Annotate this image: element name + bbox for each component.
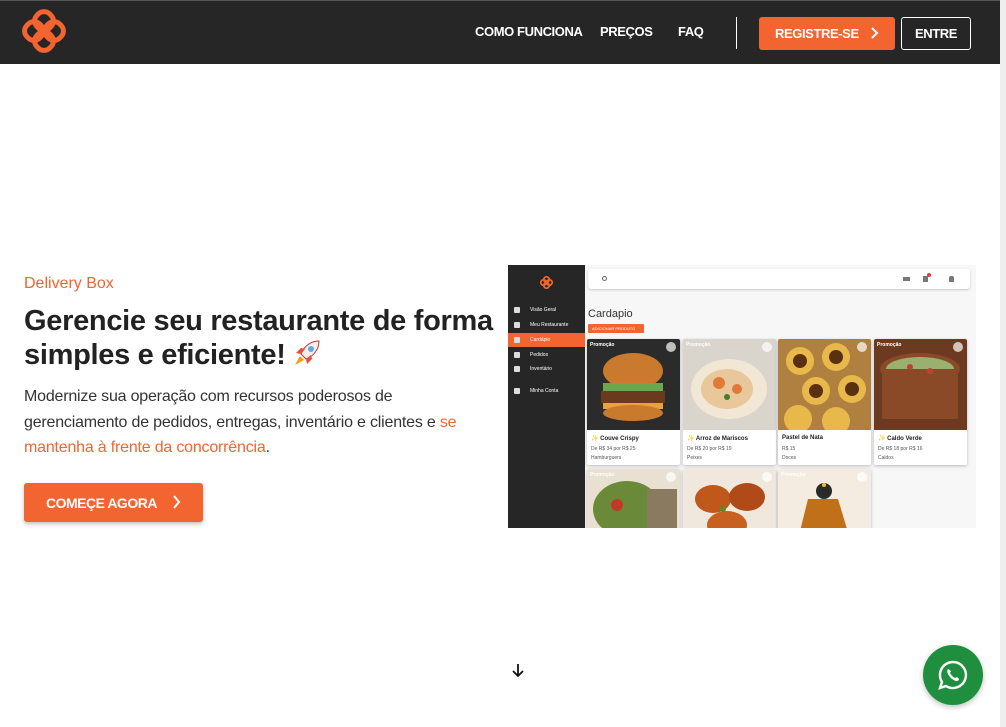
start-now-button[interactable]: COMEÇE AGORA [24, 483, 203, 522]
preview-product-card: Promoção [778, 469, 871, 528]
register-button[interactable]: REGISTRE-SE [759, 17, 895, 50]
page-scrollbar[interactable] [1000, 0, 1006, 727]
nav-link-como-funciona[interactable]: COMO FUNCIONA [475, 24, 583, 39]
preview-search-bar [588, 269, 970, 289]
nav-link-faq[interactable]: FAQ [678, 24, 704, 39]
preview-nav-item: Visão Geral [508, 303, 585, 317]
arrow-down-icon[interactable] [510, 662, 526, 678]
preview-product-card: Promoção [587, 469, 680, 528]
preview-sidebar: Visão Geral Meu Restaurante Cardápio Ped… [508, 265, 585, 528]
login-button[interactable]: ENTRE [901, 17, 971, 50]
preview-logo-icon [540, 276, 553, 289]
app-preview-screenshot: Visão Geral Meu Restaurante Cardápio Ped… [508, 265, 976, 528]
chevron-right-icon [173, 495, 181, 509]
preview-nav-item: Meu Restaurante [508, 318, 585, 332]
preview-product-card [683, 469, 776, 528]
hero-description-text: Modernize sua operação com recursos pode… [24, 388, 440, 431]
hero-headline: Gerencie seu restaurante de forma simple… [24, 304, 494, 372]
hero-headline-text: Gerencie seu restaurante de forma simple… [24, 305, 493, 371]
whatsapp-button[interactable] [923, 645, 983, 705]
preview-nav-item: Pedidos [508, 348, 585, 362]
pastel-de-nata-image [778, 339, 871, 430]
preview-page-title: Cardapio [588, 308, 633, 320]
start-now-label: COMEÇE AGORA [46, 494, 157, 511]
top-navbar: COMO FUNCIONA PREÇOS FAQ REGISTRE-SE ENT… [0, 0, 1006, 64]
logo-icon[interactable] [22, 9, 66, 53]
caldo-verde-image [874, 339, 967, 430]
preview-product-card: Pastel de Nata R$ 15 Doces [778, 339, 871, 465]
preview-nav-item-active: Cardápio [508, 333, 585, 347]
chevron-right-icon [871, 27, 879, 39]
rocket-icon [294, 340, 320, 365]
landing-page: COMO FUNCIONA PREÇOS FAQ REGISTRE-SE ENT… [0, 0, 1006, 727]
preview-add-button: ADICIONAR PRODUTO [588, 324, 644, 333]
preview-search-icon [602, 276, 607, 281]
seafood-rice-image [683, 339, 776, 430]
nav-divider [736, 17, 737, 49]
preview-product-card: Promoção ✨ Couve Crispy De R$ 34 por R$ … [587, 339, 680, 465]
register-button-label: REGISTRE-SE [775, 26, 859, 41]
preview-product-card: Promoção ✨ Caldo Verde De R$ 18 por R$ 1… [874, 339, 967, 465]
preview-product-card: Promoção ✨ Arroz de Mariscos De R$ 20 po… [683, 339, 776, 465]
preview-nav-item: Inventário [508, 362, 585, 376]
hero-description: Modernize sua operação com recursos pode… [24, 384, 494, 461]
whatsapp-icon [938, 660, 968, 690]
hero-description-end: . [265, 439, 270, 456]
preview-nav-item: Minha Conta [508, 384, 585, 398]
burger-image [587, 339, 680, 430]
hero-eyebrow: Delivery Box [24, 275, 114, 292]
nav-link-precos[interactable]: PREÇOS [600, 24, 653, 39]
